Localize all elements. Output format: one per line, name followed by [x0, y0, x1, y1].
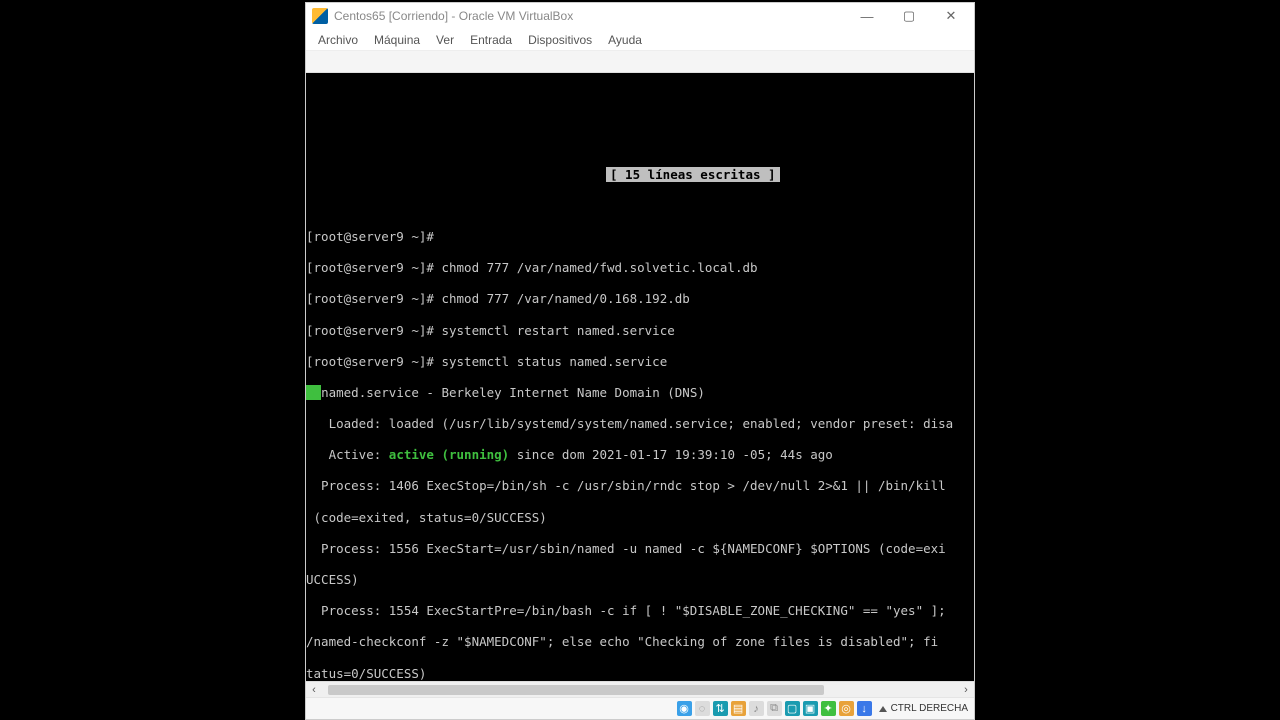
terminal-line: [root@server9 ~]# systemctl restart name…: [306, 323, 974, 339]
toolbar-area: [306, 51, 974, 73]
status-dot-icon: ●: [306, 385, 321, 400]
titlebar[interactable]: Centos65 [Corriendo] - Oracle VM Virtual…: [306, 3, 974, 29]
guest-additions-icon[interactable]: ✦: [821, 701, 836, 716]
harddisk-icon[interactable]: ◉: [677, 701, 692, 716]
maximize-button[interactable]: ▢: [888, 4, 930, 28]
scroll-left-button[interactable]: ‹: [306, 684, 322, 696]
download-icon[interactable]: ↓: [857, 701, 872, 716]
virtualbox-icon: [312, 8, 328, 24]
terminal-line: /named-checkconf -z "$NAMEDCONF"; else e…: [306, 634, 974, 650]
service-active-status: active (running): [389, 447, 509, 462]
terminal-line: Process: 1554 ExecStartPre=/bin/bash -c …: [306, 603, 974, 619]
recording-icon[interactable]: ◎: [839, 701, 854, 716]
menu-ver[interactable]: Ver: [428, 31, 462, 49]
terminal-line: UCCESS): [306, 572, 974, 588]
optical-drive-icon[interactable]: ◌: [695, 701, 710, 716]
statusbar: ◉ ◌ ⇅ ▤ ♪ ⧉ ▢ ▣ ✦ ◎ ↓ CTRL DERECHA: [306, 697, 974, 719]
menu-archivo[interactable]: Archivo: [310, 31, 366, 49]
host-key-label: CTRL DERECHA: [891, 703, 968, 714]
terminal-line: tatus=0/SUCCESS): [306, 666, 974, 681]
shared-folder-icon[interactable]: ▤: [731, 701, 746, 716]
terminal-line: Process: 1406 ExecStop=/bin/sh -c /usr/s…: [306, 478, 974, 494]
host-key-caret-icon: [879, 706, 887, 712]
menubar: Archivo Máquina Ver Entrada Dispositivos…: [306, 29, 974, 51]
terminal-line: [root@server9 ~]#: [306, 229, 974, 245]
terminal-line: Loaded: loaded (/usr/lib/systemd/system/…: [306, 416, 974, 432]
virtualbox-window: Centos65 [Corriendo] - Oracle VM Virtual…: [305, 2, 975, 720]
audio-icon[interactable]: ♪: [749, 701, 764, 716]
scroll-track[interactable]: [322, 683, 958, 697]
usb-icon[interactable]: ⇅: [713, 701, 728, 716]
terminal-line: (code=exited, status=0/SUCCESS): [306, 510, 974, 526]
menu-dispositivos[interactable]: Dispositivos: [520, 31, 600, 49]
minimize-button[interactable]: —: [846, 4, 888, 28]
terminal-line: ● named.service - Berkeley Internet Name…: [306, 385, 974, 401]
terminal-line: [root@server9 ~]# chmod 777 /var/named/0…: [306, 291, 974, 307]
window-title: Centos65 [Corriendo] - Oracle VM Virtual…: [334, 9, 846, 23]
terminal-line: [root@server9 ~]# systemctl status named…: [306, 354, 974, 370]
menu-maquina[interactable]: Máquina: [366, 31, 428, 49]
terminal-line: [306, 198, 974, 214]
display-icon[interactable]: ▢: [785, 701, 800, 716]
terminal-line: Active: active (running) since dom 2021-…: [306, 447, 974, 463]
terminal-output: [ 15 líneas escritas ] [root@server9 ~]#…: [306, 151, 974, 681]
terminal-line: Process: 1556 ExecStart=/usr/sbin/named …: [306, 541, 974, 557]
nano-info-banner: [ 15 líneas escritas ]: [606, 167, 780, 183]
horizontal-scrollbar[interactable]: ‹ ›: [306, 681, 974, 697]
network-icon[interactable]: ⧉: [767, 701, 782, 716]
close-button[interactable]: ✕: [930, 4, 972, 28]
guest-terminal[interactable]: [ 15 líneas escritas ] [root@server9 ~]#…: [306, 73, 974, 681]
menu-ayuda[interactable]: Ayuda: [600, 31, 650, 49]
host-key-indicator[interactable]: CTRL DERECHA: [879, 703, 968, 714]
scroll-right-button[interactable]: ›: [958, 684, 974, 696]
video-capture-icon[interactable]: ▣: [803, 701, 818, 716]
scroll-thumb[interactable]: [328, 685, 824, 695]
menu-entrada[interactable]: Entrada: [462, 31, 520, 49]
terminal-line: [root@server9 ~]# chmod 777 /var/named/f…: [306, 260, 974, 276]
window-controls: — ▢ ✕: [846, 4, 972, 28]
